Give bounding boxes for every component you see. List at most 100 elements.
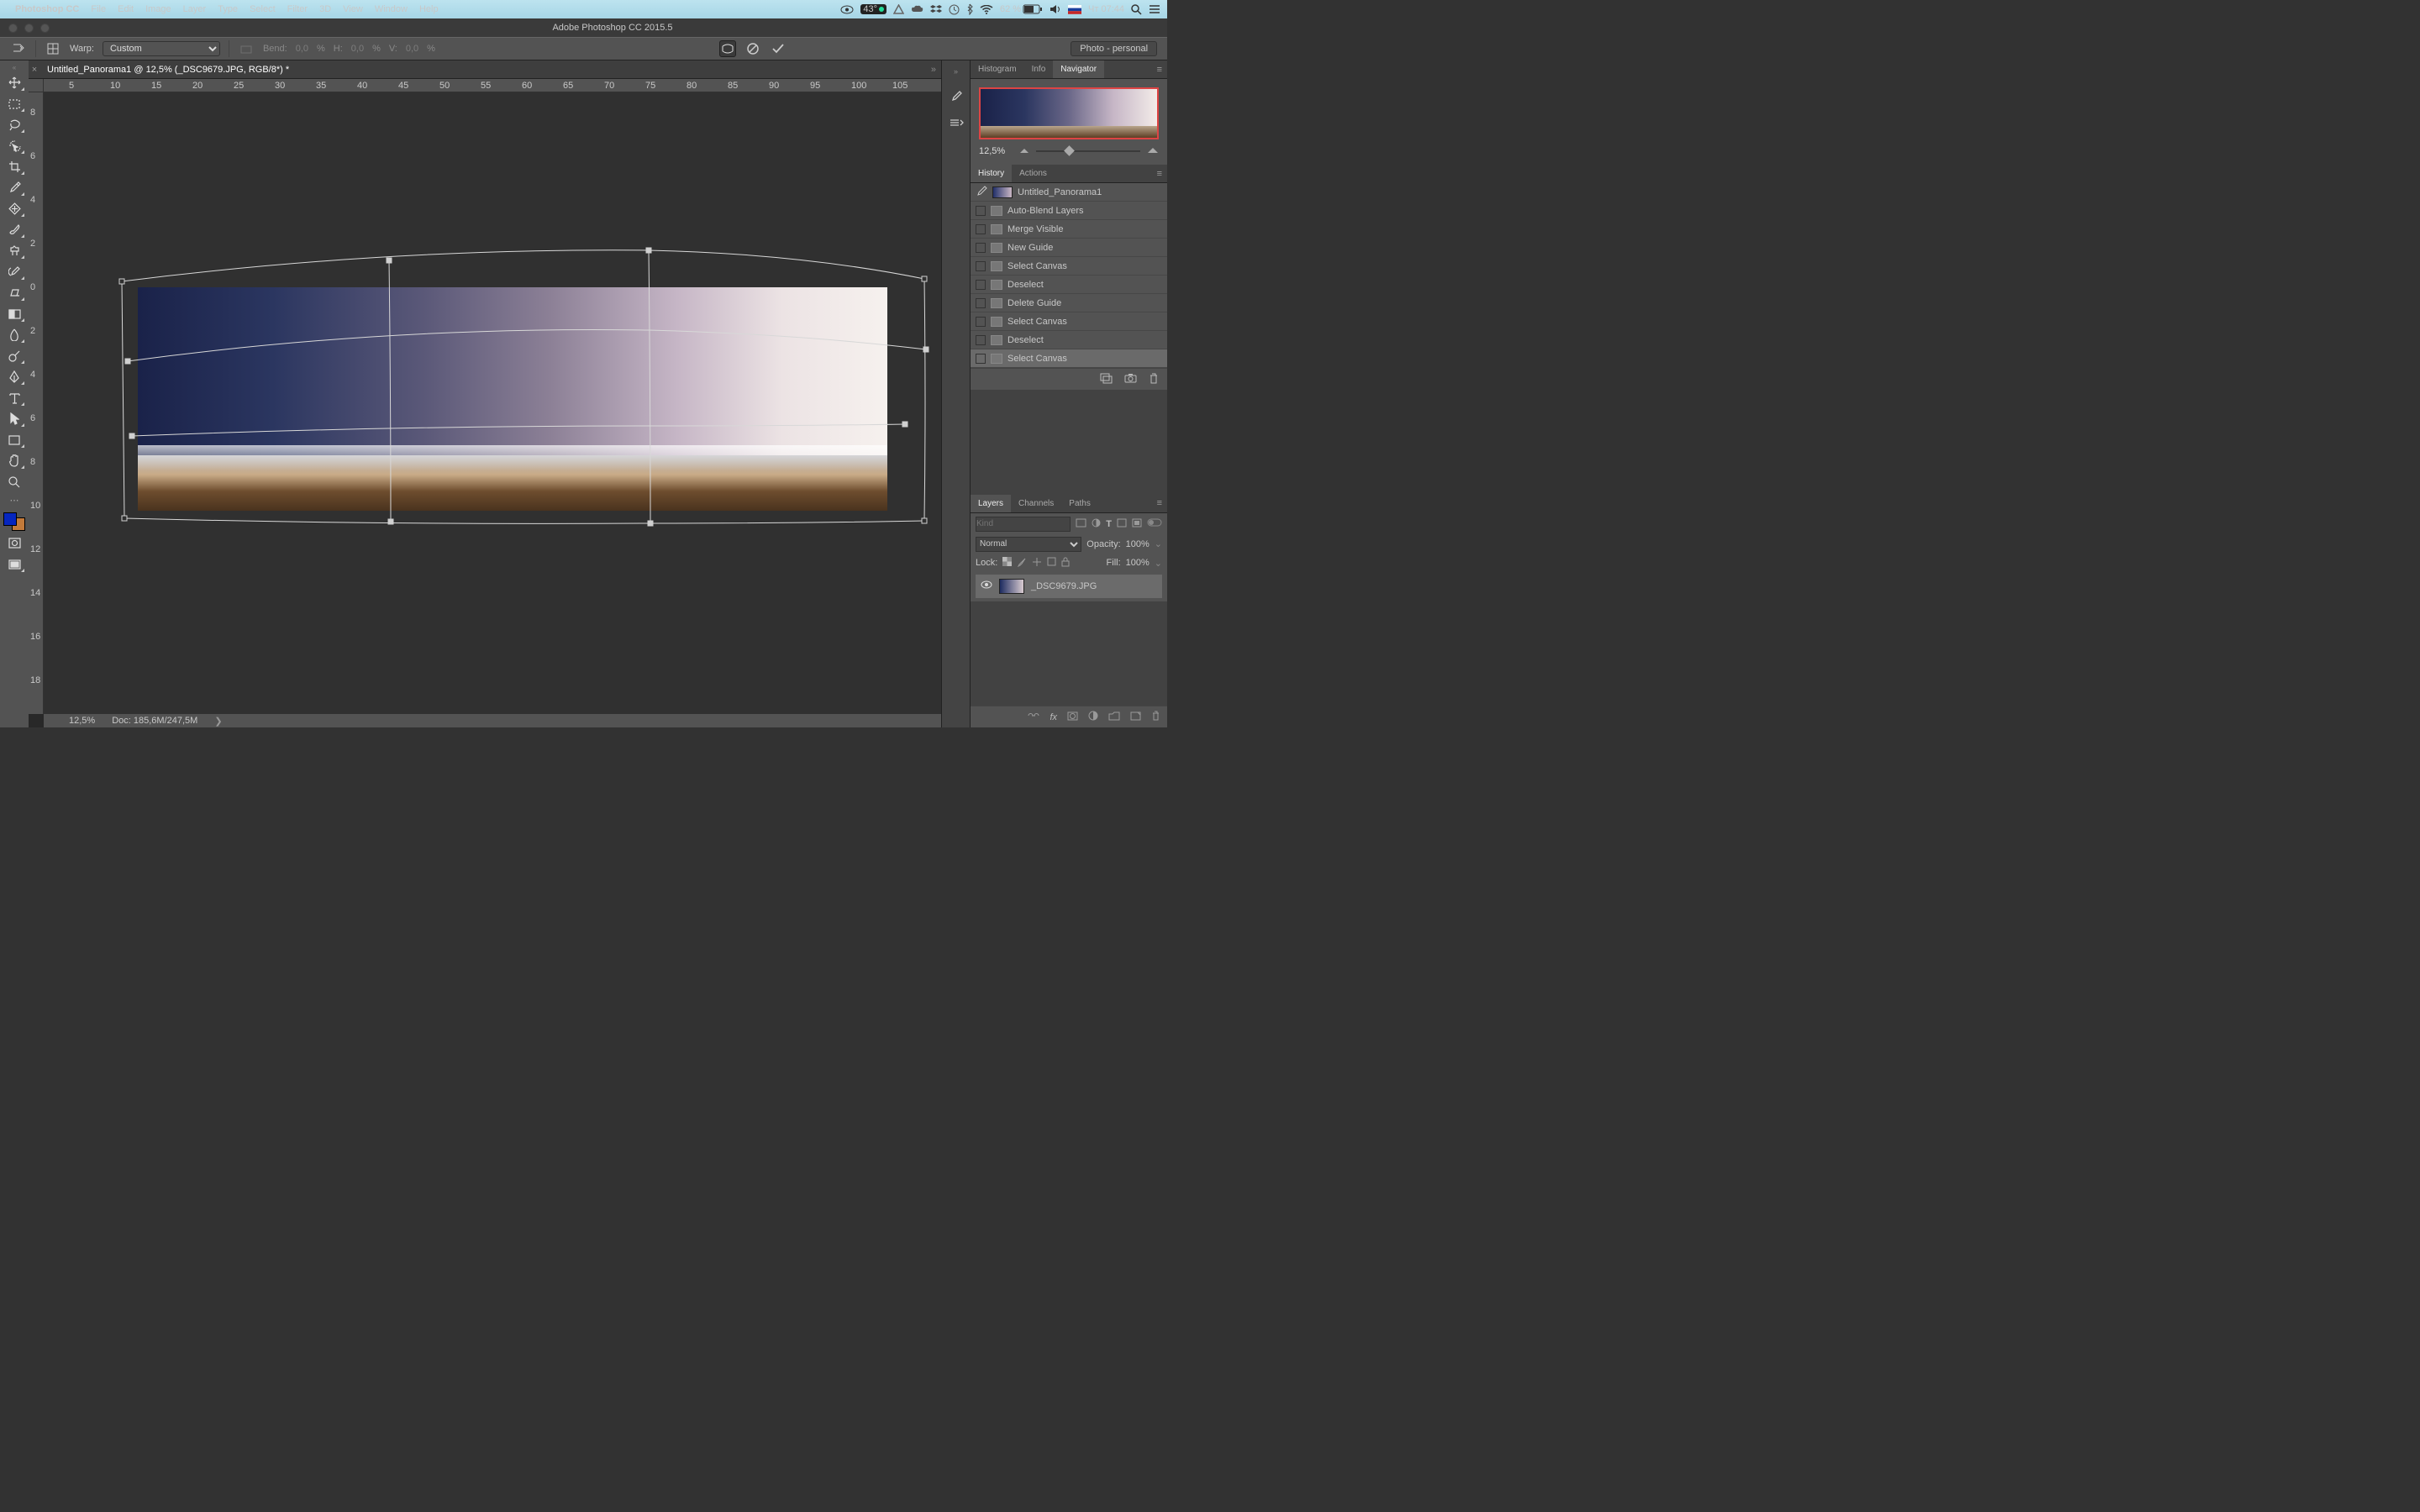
tool-crop[interactable]: [3, 158, 25, 176]
tab-navigator[interactable]: Navigator: [1053, 60, 1104, 78]
menu-help[interactable]: Help: [419, 4, 439, 14]
status-bluetooth-icon[interactable]: [966, 3, 973, 15]
filter-smart-icon[interactable]: [1132, 518, 1142, 530]
history-item[interactable]: Deselect: [971, 276, 1167, 294]
status-drive-icon[interactable]: [893, 4, 904, 15]
history-item[interactable]: Deselect: [971, 331, 1167, 349]
v-value[interactable]: 0,0: [406, 44, 418, 54]
menu-window[interactable]: Window: [375, 4, 408, 14]
filter-toggle[interactable]: [1147, 518, 1162, 529]
tool-quickmask[interactable]: [3, 534, 25, 552]
status-arrow-icon[interactable]: ❯: [214, 716, 222, 727]
warp-handle[interactable]: [119, 279, 125, 285]
commit-transform-icon[interactable]: [770, 40, 786, 57]
warp-grid-icon[interactable]: [45, 40, 61, 57]
tab-paths[interactable]: Paths: [1061, 495, 1098, 512]
status-temperature[interactable]: 43°: [860, 4, 886, 14]
tab-channels[interactable]: Channels: [1011, 495, 1061, 512]
panel-menu-icon[interactable]: ≡: [1152, 65, 1167, 75]
menu-layer[interactable]: Layer: [183, 4, 207, 14]
history-check[interactable]: [976, 317, 986, 327]
tab-actions[interactable]: Actions: [1012, 165, 1055, 182]
tool-blur[interactable]: [3, 326, 25, 344]
new-layer-icon[interactable]: [1130, 711, 1141, 723]
zoom-button[interactable]: [40, 24, 50, 33]
adjustment-layer-icon[interactable]: [1088, 711, 1098, 723]
history-item[interactable]: Select Canvas: [971, 349, 1167, 368]
warp-handle[interactable]: [922, 276, 928, 282]
dock-collapse-icon[interactable]: »: [954, 67, 958, 76]
blend-mode-select[interactable]: Normal: [976, 537, 1081, 552]
vertical-ruler[interactable]: 8642024681012141618: [29, 92, 44, 714]
menu-image[interactable]: Image: [145, 4, 171, 14]
tool-preset-icon[interactable]: [10, 40, 27, 57]
status-wifi-icon[interactable]: [980, 5, 993, 14]
panel-menu-icon[interactable]: ≡: [1152, 498, 1167, 508]
minimize-button[interactable]: [24, 24, 34, 33]
menu-view[interactable]: View: [343, 4, 363, 14]
delete-layer-icon[interactable]: [1151, 711, 1160, 723]
status-clock[interactable]: Чт 07:44: [1088, 4, 1124, 14]
color-swatches[interactable]: [3, 512, 25, 531]
warp-handle[interactable]: [922, 518, 928, 524]
status-volume-icon[interactable]: [1050, 4, 1061, 14]
tool-marquee[interactable]: [3, 95, 25, 113]
cancel-transform-icon[interactable]: [744, 40, 761, 57]
tool-healing[interactable]: [3, 200, 25, 218]
history-item[interactable]: Merge Visible: [971, 220, 1167, 239]
layer-filter-input[interactable]: [976, 517, 1071, 532]
h-value[interactable]: 0,0: [351, 44, 364, 54]
navigator-zoom-slider[interactable]: [1036, 150, 1140, 152]
filter-type-icon[interactable]: T: [1106, 519, 1112, 529]
tab-close-icon[interactable]: ×: [29, 65, 40, 75]
tool-brush[interactable]: [3, 221, 25, 239]
layer-group-icon[interactable]: [1108, 711, 1120, 723]
link-layers-icon[interactable]: [1028, 711, 1039, 722]
history-check[interactable]: [976, 354, 986, 364]
menu-file[interactable]: File: [91, 4, 106, 14]
new-doc-from-state-icon[interactable]: [1100, 373, 1113, 386]
tab-histogram[interactable]: Histogram: [971, 60, 1024, 78]
status-notification-icon[interactable]: [1149, 4, 1160, 14]
history-item[interactable]: New Guide: [971, 239, 1167, 257]
warp-handle[interactable]: [388, 519, 394, 525]
tool-eyedropper[interactable]: [3, 179, 25, 197]
tool-pen[interactable]: [3, 368, 25, 386]
ruler-corner[interactable]: [29, 79, 44, 92]
tab-layers[interactable]: Layers: [971, 495, 1011, 512]
app-name[interactable]: Photoshop CC: [15, 4, 79, 14]
status-zoom[interactable]: 12,5%: [69, 716, 95, 726]
warp-handle[interactable]: [648, 521, 654, 527]
history-item[interactable]: Select Canvas: [971, 257, 1167, 276]
history-check[interactable]: [976, 298, 986, 308]
menu-filter[interactable]: Filter: [287, 4, 308, 14]
close-button[interactable]: [8, 24, 18, 33]
tool-hand[interactable]: [3, 452, 25, 470]
panel-menu-icon[interactable]: ≡: [1152, 169, 1167, 179]
fill-value[interactable]: 100%: [1126, 558, 1150, 568]
tabbar-collapse-icon[interactable]: »: [931, 65, 941, 75]
status-docsize[interactable]: Doc: 185,6M/247,5M: [112, 716, 197, 726]
history-item[interactable]: Delete Guide: [971, 294, 1167, 312]
filter-shape-icon[interactable]: [1117, 518, 1127, 530]
new-snapshot-icon[interactable]: [1124, 373, 1137, 386]
status-cloud-icon[interactable]: [911, 5, 923, 13]
layer-fx-icon[interactable]: fx: [1050, 712, 1057, 722]
tool-type[interactable]: [3, 389, 25, 407]
warp-handle[interactable]: [129, 433, 135, 439]
status-eye-icon[interactable]: [840, 5, 854, 14]
layer-name[interactable]: _DSC9679.JPG: [1031, 581, 1097, 591]
bend-value[interactable]: 0,0: [296, 44, 308, 54]
visibility-icon[interactable]: [981, 580, 992, 591]
tool-gradient[interactable]: [3, 305, 25, 323]
filter-image-icon[interactable]: [1076, 518, 1086, 530]
dock-presets-icon[interactable]: [949, 117, 964, 131]
lock-transparent-icon[interactable]: [1002, 557, 1012, 569]
tool-dodge[interactable]: [3, 347, 25, 365]
lock-position-icon[interactable]: [1032, 557, 1042, 570]
menu-select[interactable]: Select: [250, 4, 276, 14]
workspace-switcher[interactable]: Photo - personal: [1071, 41, 1157, 56]
history-check[interactable]: [976, 206, 986, 216]
tool-move[interactable]: [3, 74, 25, 92]
document-tab-title[interactable]: Untitled_Panorama1 @ 12,5% (_DSC9679.JPG…: [40, 65, 296, 75]
